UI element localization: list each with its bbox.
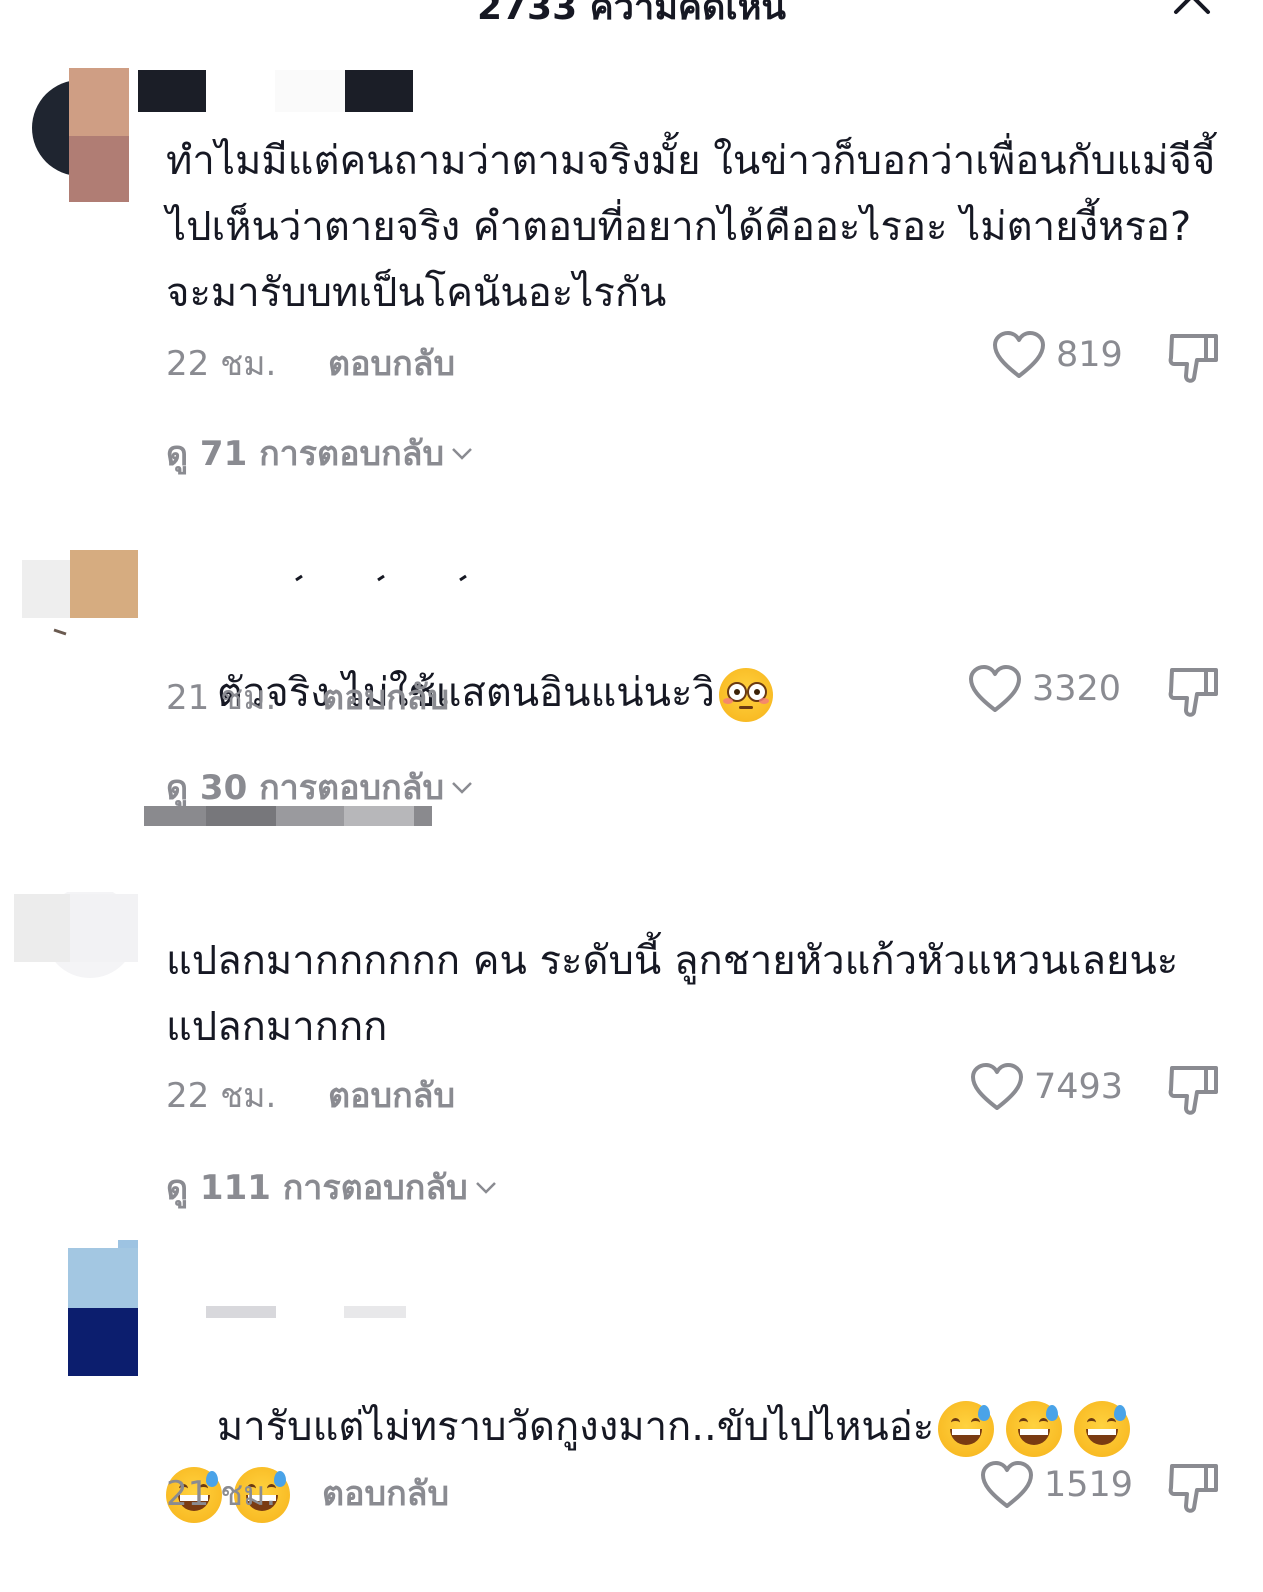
like-button[interactable]: 1519 xyxy=(980,1460,1133,1510)
chevron-down-icon xyxy=(452,782,472,794)
grinning-sweat-emoji xyxy=(1074,1401,1131,1457)
avatar[interactable] xyxy=(20,1240,160,1390)
avatar[interactable] xyxy=(14,886,154,1042)
comment-text-content: ตัวจริง ไม่ใช้แสตนอินแน่นะวิ xyxy=(216,670,715,716)
like-count: 819 xyxy=(1056,335,1123,375)
comment-time: 22 ชม. xyxy=(166,1076,277,1116)
avatar[interactable] xyxy=(30,68,413,218)
comment-text: ทำไมมีแต่คนถามว่าตามจริงมั้ย ในข่าวก็บอก… xyxy=(166,138,1216,316)
like-count: 1519 xyxy=(1044,1465,1134,1505)
reply-button[interactable]: ตอบกลับ xyxy=(328,336,455,390)
view-replies-button[interactable]: ดู 71 การตอบกลับ xyxy=(166,426,474,480)
avatar[interactable] xyxy=(20,548,160,698)
comment-time: 22 ชม. xyxy=(166,344,277,384)
chevron-down-icon xyxy=(452,448,472,460)
flushed-face-emoji xyxy=(718,668,773,722)
heart-outline-icon xyxy=(981,1461,1033,1508)
grinning-sweat-emoji xyxy=(1006,1401,1063,1457)
comment-time: 21 ชม. xyxy=(166,678,277,718)
like-count: 3320 xyxy=(1032,669,1122,709)
dislike-button[interactable] xyxy=(1166,1460,1222,1516)
reply-button[interactable]: ตอบกลับ xyxy=(322,1466,449,1520)
thumbs-down-icon xyxy=(1168,1464,1218,1513)
like-count: 7493 xyxy=(1034,1067,1124,1107)
heart-outline-icon xyxy=(993,331,1045,378)
comments-count-title: 2733 ความคิดเห็น xyxy=(476,0,787,28)
heart-outline-icon xyxy=(969,665,1021,712)
redacted-avatar-image xyxy=(14,886,138,978)
dislike-button[interactable] xyxy=(1166,1062,1222,1118)
redacted-username xyxy=(295,574,467,582)
thumbs-down-icon xyxy=(1168,668,1218,717)
thumbs-down-icon xyxy=(1168,1066,1218,1115)
chevron-down-icon xyxy=(475,1182,496,1194)
redacted-avatar-image xyxy=(22,550,138,636)
like-button[interactable]: 7493 xyxy=(970,1062,1123,1112)
comment-time: 21 ชม. xyxy=(166,1474,277,1514)
like-button[interactable]: 3320 xyxy=(968,664,1121,714)
thumbs-down-icon xyxy=(1168,334,1218,383)
redacted-username xyxy=(206,1306,406,1318)
dislike-button[interactable] xyxy=(1166,330,1222,386)
redacted-avatar-image xyxy=(68,1240,138,1376)
reply-button[interactable]: ตอบกลับ xyxy=(328,1068,455,1122)
grinning-sweat-emoji xyxy=(938,1401,995,1457)
comment-text: แปลกมากกกกกก คน ระดับนี้ ลูกชายหัวแก้วหั… xyxy=(166,938,1191,1050)
dislike-button[interactable] xyxy=(1166,664,1222,720)
reply-button[interactable]: ตอบกลับ xyxy=(322,670,449,724)
close-button[interactable] xyxy=(1168,0,1216,16)
view-replies-label: ดู 71 การตอบกลับ xyxy=(166,434,445,474)
comment-text-content: มารับแต่ไม่ทราบวัดกูงงมาก..ขับไปไหนอ่ะ xyxy=(216,1404,935,1450)
heart-outline-icon xyxy=(971,1063,1023,1110)
view-replies-label: ดู 111 การตอบกลับ xyxy=(166,1168,468,1208)
close-icon xyxy=(1174,0,1210,14)
like-button[interactable]: 819 xyxy=(992,330,1123,380)
view-replies-button[interactable]: ดู 111 การตอบกลับ xyxy=(166,1160,498,1214)
redacted-bar xyxy=(144,806,432,826)
